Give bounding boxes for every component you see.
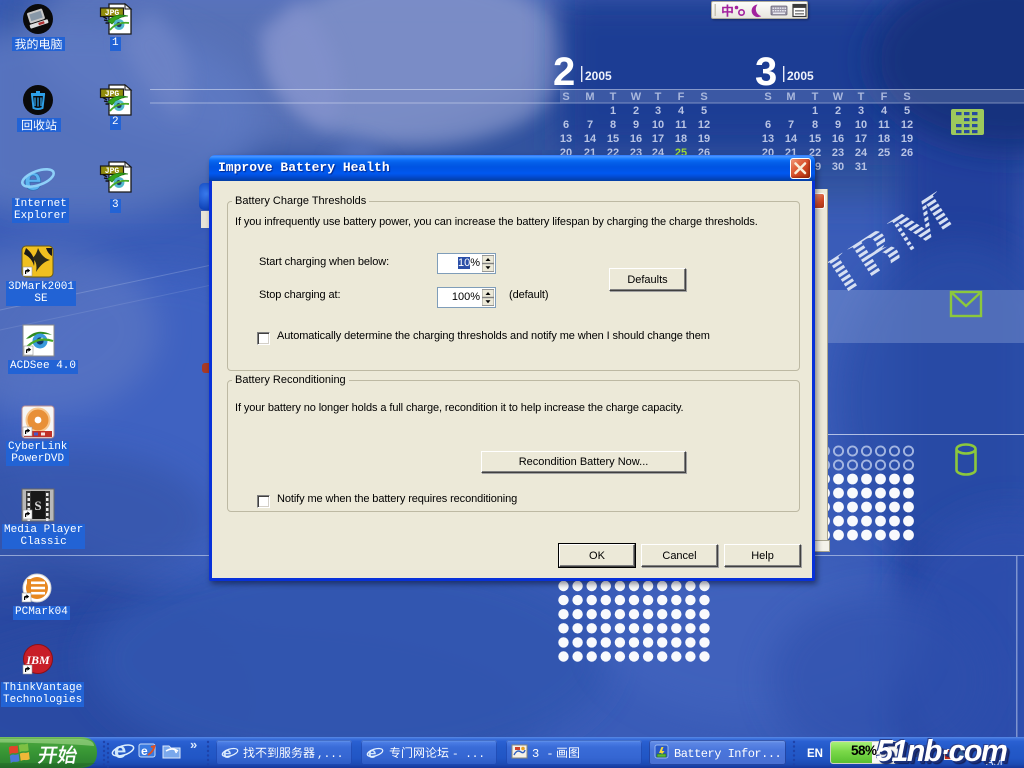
svg-text:,...: ,... [317, 749, 343, 761]
svg-text:S: S [34, 498, 41, 513]
svg-text:3 -: 3 - [532, 747, 554, 761]
svg-text:e: e [368, 745, 376, 762]
svg-text:e: e [24, 161, 42, 197]
svg-text:- ...: - ... [452, 749, 485, 761]
svg-text:EN: EN [807, 748, 823, 760]
svg-text:Battery Infor...: Battery Infor... [674, 747, 781, 761]
svg-text:e: e [223, 745, 231, 762]
